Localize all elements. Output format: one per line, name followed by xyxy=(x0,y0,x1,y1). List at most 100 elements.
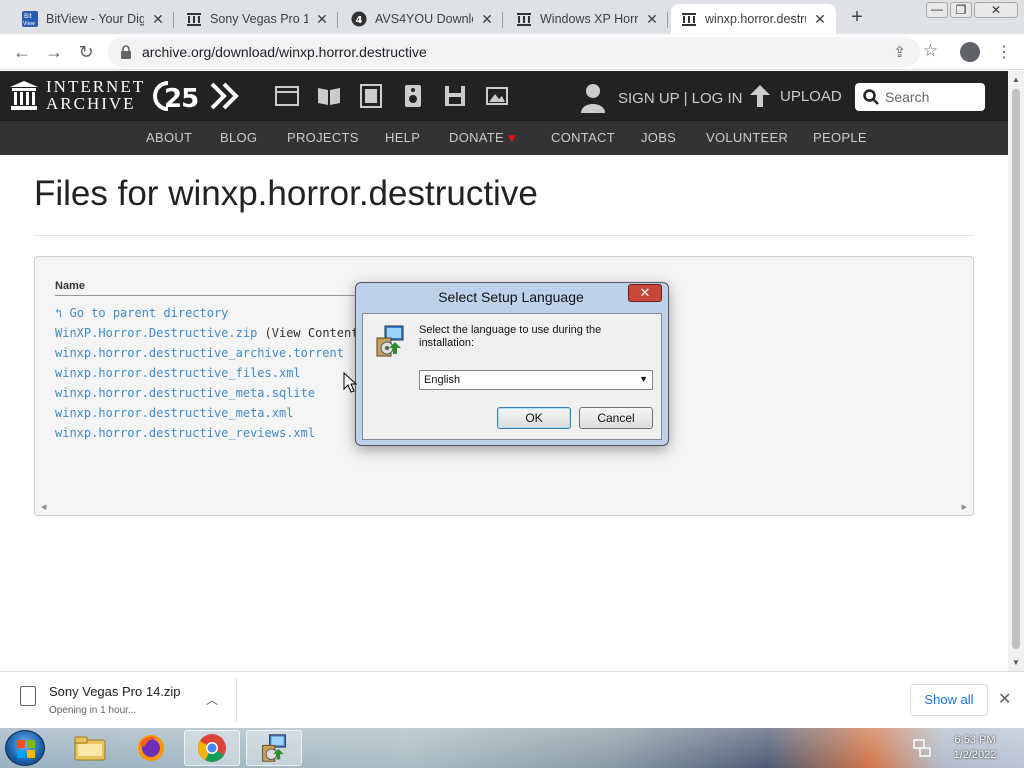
search-input[interactable]: Search xyxy=(855,83,985,111)
close-tab-icon[interactable]: ✕ xyxy=(812,11,828,27)
chrome-icon xyxy=(198,734,226,762)
column-header-name[interactable]: Name xyxy=(55,280,85,292)
close-tab-icon[interactable]: ✕ xyxy=(150,11,166,27)
file-link[interactable]: winxp.horror.destructive_reviews.xml xyxy=(55,423,366,443)
minimize-window-button[interactable]: — xyxy=(926,2,948,18)
page-scrollbar[interactable]: ▲ ▼ xyxy=(1008,71,1024,671)
ia-logo-text[interactable]: INTERNET ARCHIVE xyxy=(46,78,145,112)
scroll-right-arrow-icon[interactable]: ▶ xyxy=(962,503,967,511)
archive-favicon-icon xyxy=(186,11,202,27)
upload-arrow-icon xyxy=(750,85,770,107)
file-link[interactable]: winxp.horror.destructive_meta.sqlite xyxy=(55,383,366,403)
tab-winxp-horror-destructive[interactable]: winxp.horror.destru ✕ xyxy=(671,4,836,34)
system-clock[interactable]: 6:53 PM 1/2/2022 xyxy=(945,733,1005,763)
tab-avs4you[interactable]: 4 AVS4YOU Downloa ✕ xyxy=(341,4,503,34)
tab-title: winxp.horror.destru xyxy=(705,12,806,26)
file-link[interactable]: WinXP.Horror.Destructive.zip (View Conte… xyxy=(55,323,366,343)
tab-sony-vegas[interactable]: Sony Vegas Pro 14 ✕ xyxy=(176,4,338,34)
start-button[interactable] xyxy=(5,730,45,766)
page-title: Files for winxp.horror.destructive xyxy=(34,174,538,213)
firefox-icon xyxy=(138,735,164,761)
file-link[interactable]: winxp.horror.destructive_meta.xml xyxy=(55,403,366,423)
profile-avatar-icon[interactable] xyxy=(960,42,980,62)
select-setup-language-dialog: Select Setup Language ✕ Select the langu… xyxy=(355,282,669,446)
forward-arrow-icon[interactable]: → xyxy=(44,42,64,62)
bitview-favicon-icon: Bit View xyxy=(22,11,38,27)
web-icon[interactable] xyxy=(274,83,300,109)
nav-blog[interactable]: BLOG xyxy=(220,130,257,145)
close-tab-icon[interactable]: ✕ xyxy=(644,11,660,27)
archive-favicon-icon xyxy=(516,11,532,27)
menu-kebab-icon[interactable]: ⋮ xyxy=(996,42,1012,62)
texts-book-icon[interactable] xyxy=(316,83,342,109)
restore-window-button[interactable]: ❐ xyxy=(950,2,972,18)
download-bar: Sony Vegas Pro 14.zip Opening in 1 hour.… xyxy=(0,671,1024,728)
address-bar[interactable]: archive.org/download/winxp.horror.destru… xyxy=(108,37,938,67)
cancel-button[interactable]: Cancel xyxy=(579,407,653,429)
nav-projects[interactable]: PROJECTS xyxy=(287,130,359,145)
browser-toolbar: ← → ↻ archive.org/download/winxp.horror.… xyxy=(0,34,1024,70)
svg-text:View: View xyxy=(23,21,35,27)
nav-contact[interactable]: CONTACT xyxy=(551,130,615,145)
nav-about[interactable]: ABOUT xyxy=(146,130,192,145)
download-filename[interactable]: Sony Vegas Pro 14.zip xyxy=(49,684,181,699)
heart-icon: ♥ xyxy=(507,130,516,145)
svg-text:25: 25 xyxy=(164,84,198,113)
file-link[interactable]: winxp.horror.destructive_files.xml xyxy=(55,363,366,383)
close-download-bar-icon[interactable]: ✕ xyxy=(998,689,1011,709)
lock-icon xyxy=(121,45,131,59)
scroll-up-arrow-icon[interactable]: ▲ xyxy=(1012,75,1020,84)
taskbar-firefox[interactable] xyxy=(123,730,179,766)
tab-bitview[interactable]: Bit View BitView - Your Digi ✕ xyxy=(12,4,174,34)
anniversary-logo-icon: 25 xyxy=(153,81,239,114)
dialog-close-button[interactable]: ✕ xyxy=(628,284,662,302)
new-tab-button[interactable]: + xyxy=(845,7,869,29)
nav-people[interactable]: PEOPLE xyxy=(813,130,867,145)
internet-archive-logo-icon[interactable] xyxy=(10,81,38,111)
ia-25th-anniversary-logo[interactable]: 25 xyxy=(152,79,242,121)
close-window-button[interactable]: ✕ xyxy=(974,2,1018,18)
up-arrow-icon: ↰ xyxy=(55,306,63,320)
avs-favicon-icon: 4 xyxy=(351,11,367,27)
nav-jobs[interactable]: JOBS xyxy=(641,130,676,145)
nav-volunteer[interactable]: VOLUNTEER xyxy=(706,130,788,145)
taskbar-chrome[interactable] xyxy=(184,730,240,766)
network-icon[interactable] xyxy=(912,738,932,758)
audio-speaker-icon[interactable] xyxy=(400,83,426,109)
back-arrow-icon[interactable]: ← xyxy=(12,42,32,62)
windows-logo-icon xyxy=(17,740,35,758)
close-tab-icon[interactable]: ✕ xyxy=(314,11,330,27)
sign-up-login-link[interactable]: SIGN UP | LOG IN xyxy=(580,83,742,113)
video-film-icon[interactable] xyxy=(358,83,384,109)
file-list: ↰ Go to parent directory WinXP.Horror.De… xyxy=(55,303,366,443)
share-icon[interactable]: ⇪ xyxy=(893,43,906,61)
tab-windows-xp-horror[interactable]: Windows XP Horro ✕ xyxy=(506,4,668,34)
ok-button[interactable]: OK xyxy=(497,407,571,429)
column-header-underline xyxy=(55,295,385,296)
user-person-icon xyxy=(581,84,605,113)
scroll-down-arrow-icon[interactable]: ▼ xyxy=(1012,658,1020,667)
taskbar-setup-installer[interactable] xyxy=(246,730,302,766)
parent-directory-link[interactable]: ↰ Go to parent directory xyxy=(55,303,366,323)
bookmark-star-icon[interactable]: ☆ xyxy=(923,41,938,61)
reload-icon[interactable]: ↻ xyxy=(76,42,96,62)
images-icon[interactable] xyxy=(484,83,510,109)
media-type-icons xyxy=(274,83,510,109)
scroll-left-arrow-icon[interactable]: ◀ xyxy=(41,503,46,511)
chevron-down-icon: ▼ xyxy=(639,374,648,384)
language-select[interactable]: English ▼ xyxy=(419,370,653,390)
upload-link[interactable]: UPLOAD xyxy=(750,85,842,107)
nav-donate[interactable]: DONATE ♥ xyxy=(449,130,516,145)
installer-icon xyxy=(262,734,286,762)
taskbar-file-explorer[interactable] xyxy=(62,730,118,766)
nav-help[interactable]: HELP xyxy=(385,130,420,145)
chevron-up-icon[interactable]: ︿ xyxy=(206,691,218,708)
close-tab-icon[interactable]: ✕ xyxy=(479,11,495,27)
scrollbar-thumb[interactable] xyxy=(1012,89,1020,649)
tab-title: BitView - Your Digi xyxy=(46,12,144,26)
show-all-downloads-button[interactable]: Show all xyxy=(910,684,988,716)
file-link[interactable]: winxp.horror.destructive_archive.torrent xyxy=(55,343,366,363)
software-floppy-icon[interactable] xyxy=(442,83,468,109)
dialog-title: Select Setup Language xyxy=(438,289,584,305)
archive-favicon-icon xyxy=(681,11,697,27)
